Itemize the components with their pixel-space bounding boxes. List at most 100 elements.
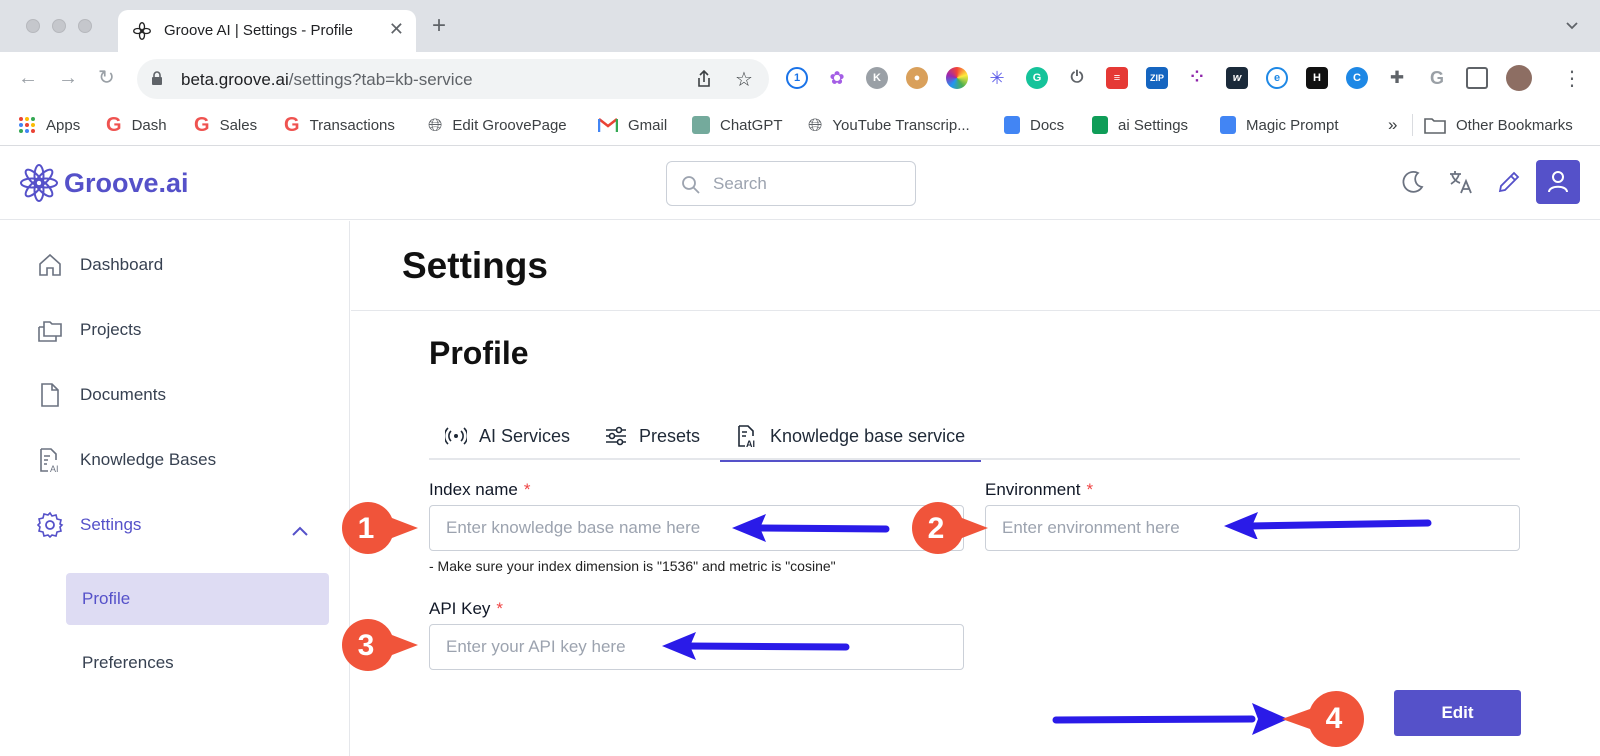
bookmark-apps[interactable]: Apps (18, 114, 80, 136)
pencil-icon[interactable] (1496, 169, 1522, 195)
logo-text: Groove.ai (64, 167, 189, 198)
chevron-up-icon[interactable] (290, 525, 310, 537)
callout-badge: 4 (1280, 689, 1364, 747)
index-name-label: Index name * (429, 480, 530, 500)
label-text: API Key (429, 599, 491, 618)
sidebar-item-projects[interactable]: Projects (36, 312, 141, 348)
e-extension-icon[interactable]: e (1266, 67, 1288, 89)
lastpass-extension-icon[interactable]: ≡ (1106, 67, 1128, 89)
bookmark-label: ai Settings (1118, 116, 1189, 134)
callout-number: 1 (357, 512, 375, 545)
bookmarks-overflow-button[interactable]: » (1388, 114, 1397, 136)
h-extension-icon[interactable]: H (1306, 67, 1328, 89)
bookmark-transactions[interactable]: G Transactions (284, 114, 395, 136)
window-zoom-button[interactable] (78, 19, 92, 33)
browser-menu-icon[interactable]: ⋮ (1562, 66, 1582, 91)
profile-avatar[interactable] (1506, 65, 1532, 91)
bookmark-label: Edit GroovePage (452, 116, 567, 134)
password-manager-extension-icon[interactable]: 1 (786, 67, 808, 89)
sidebar-item-knowledge-bases[interactable]: AI Knowledge Bases (36, 442, 216, 478)
sidebar-item-settings[interactable]: Settings (36, 507, 141, 543)
tab-close-icon[interactable]: ✕ (389, 19, 404, 40)
side-panel-icon[interactable] (1466, 67, 1488, 89)
sidebar: Dashboard Projects Documents AI Knowledg… (0, 221, 350, 756)
sidebar-subitem-preferences[interactable]: Preferences (82, 653, 174, 673)
groove-extension-icon[interactable]: ✿ (826, 67, 848, 89)
extensions-puzzle-icon[interactable]: ✚ (1386, 67, 1408, 89)
share-icon[interactable] (695, 70, 713, 88)
sidebar-item-label: Dashboard (80, 255, 164, 274)
browser-tab[interactable]: Groove AI | Settings - Profile ✕ (118, 10, 416, 52)
folder-icon (1424, 118, 1446, 134)
tab-title: Groove AI | Settings - Profile (164, 22, 353, 39)
cookie-extension-icon[interactable]: ● (906, 67, 928, 89)
dark-mode-moon-icon[interactable] (1400, 169, 1426, 195)
callout-number: 2 (927, 512, 945, 545)
dots-extension-icon[interactable]: ⁘ (1186, 67, 1208, 89)
groove-icon: G (106, 113, 122, 136)
bookmark-gmail[interactable]: Gmail (598, 114, 667, 136)
translate-icon[interactable] (1448, 169, 1474, 195)
grammarly-extension-icon[interactable]: G (1026, 67, 1048, 89)
divider (351, 310, 1600, 311)
power-extension-icon[interactable]: ⏻ (1066, 67, 1088, 89)
bookmark-ai-settings[interactable]: ai Settings (1092, 114, 1188, 136)
tab-presets[interactable]: Presets (605, 412, 700, 460)
sidebar-item-dashboard[interactable]: Dashboard (36, 247, 163, 283)
tab-label: Presets (639, 425, 701, 446)
bookmark-docs[interactable]: Docs (1004, 114, 1064, 136)
annotation-arrow (1224, 512, 1432, 539)
address-bar[interactable]: beta.groove.ai/settings?tab=kb-service ☆ (137, 59, 769, 99)
bookmark-star-icon[interactable]: ☆ (735, 67, 753, 92)
required-marker: * (496, 599, 504, 618)
window-minimize-button[interactable] (52, 19, 66, 33)
bookmarks-divider (1412, 114, 1413, 136)
tab-knowledge-base-service[interactable]: AI Knowledge base service (720, 412, 982, 462)
window-close-button[interactable] (26, 19, 40, 33)
search-icon (682, 176, 700, 194)
bookmark-edit-groovepage[interactable]: 🌐︎ Edit GroovePage (428, 114, 567, 136)
callout-badge: 3 (340, 617, 418, 673)
sidebar-item-label: Documents (80, 385, 166, 404)
label-text: Index name (429, 480, 518, 499)
bookmark-label: Gmail (628, 116, 668, 134)
bookmark-magic-prompt[interactable]: Magic Prompt (1220, 114, 1339, 136)
bookmark-label: Transactions (309, 116, 395, 134)
zip-extension-icon[interactable]: ZIP (1146, 67, 1168, 89)
tab-search-chevron-icon[interactable] (1566, 20, 1578, 32)
search-placeholder: Search (713, 174, 767, 193)
color-picker-extension-icon[interactable] (946, 67, 968, 89)
w-extension-icon[interactable]: w (1226, 67, 1248, 89)
new-tab-button[interactable]: + (432, 14, 446, 38)
section-title: Profile (429, 335, 529, 371)
back-arrow-icon[interactable]: ← (18, 66, 38, 90)
c-extension-icon[interactable]: C (1346, 67, 1368, 89)
folders-icon (38, 321, 62, 342)
sparkle-extension-icon[interactable]: ✳ (986, 67, 1008, 89)
k-extension-icon[interactable]: K (866, 67, 888, 89)
groove-icon: G (194, 113, 210, 136)
tab-ai-services[interactable]: AI Services (445, 412, 570, 460)
user-account-button[interactable] (1536, 160, 1580, 204)
bookmark-chatgpt[interactable]: ChatGPT (692, 114, 783, 136)
sidebar-item-documents[interactable]: Documents (36, 377, 166, 413)
groove-icon: G (284, 113, 300, 136)
bookmark-youtube-transcript[interactable]: 🌐︎ YouTube Transcrip... (808, 114, 970, 136)
reload-icon[interactable]: ↻ (98, 66, 115, 90)
globe-icon: 🌐︎ (428, 114, 443, 135)
bookmark-sales[interactable]: G Sales (194, 114, 257, 136)
url-path: /settings?tab=kb-service (288, 70, 473, 89)
bookmark-label: Magic Prompt (1246, 116, 1339, 134)
callout-number: 4 (1325, 702, 1343, 735)
search-box[interactable]: Search (666, 161, 916, 206)
google-extension-icon[interactable]: G (1426, 67, 1448, 89)
other-bookmarks-folder[interactable]: Other Bookmarks (1424, 114, 1573, 136)
annotation-arrow (662, 632, 850, 660)
url-host: beta.groove.ai (181, 70, 289, 89)
bookmark-dash[interactable]: G Dash (106, 114, 167, 136)
forward-arrow-icon[interactable]: → (58, 66, 78, 90)
groove-logo[interactable]: Groove.ai (20, 164, 189, 202)
edit-button[interactable]: Edit (1394, 690, 1521, 736)
sidebar-subitem-profile[interactable]: Profile (66, 573, 329, 625)
lock-icon (152, 71, 162, 85)
